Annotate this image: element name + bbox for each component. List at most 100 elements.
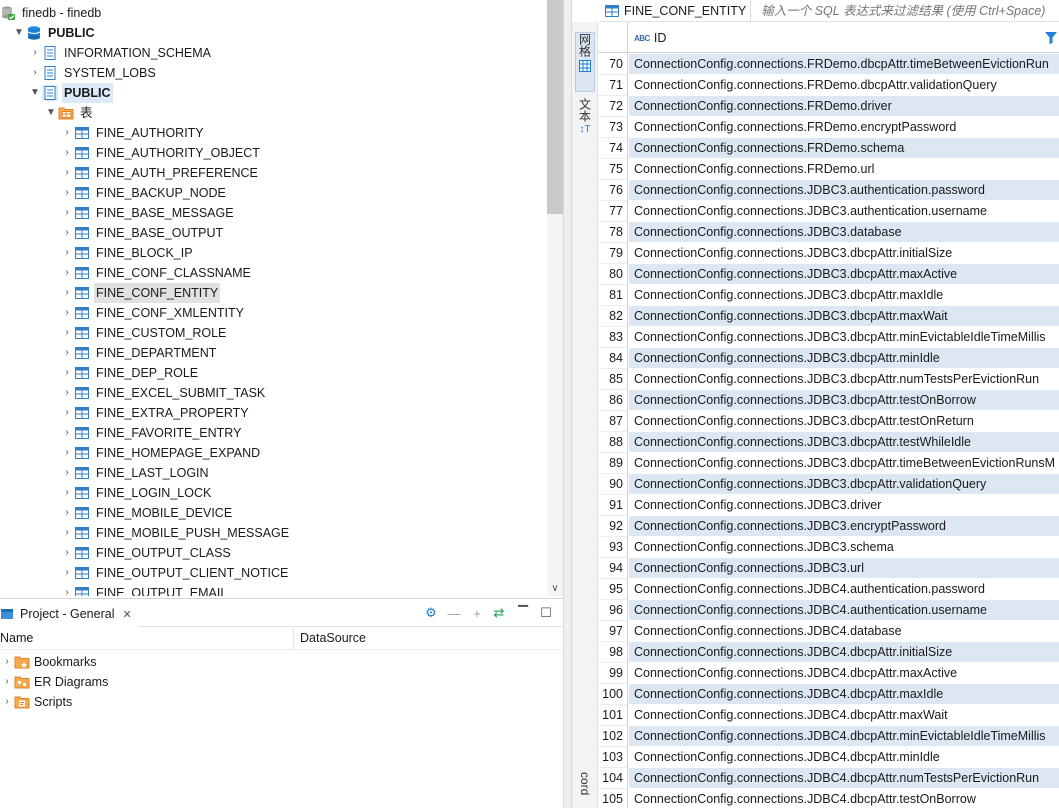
table-row[interactable]: 83 ConnectionConfig.connections.JDBC3.dbc…: [598, 327, 1059, 348]
row-number[interactable]: 103: [598, 747, 628, 768]
row-number[interactable]: 104: [598, 768, 628, 789]
tree-node-table[interactable]: › FINE_FAVORITE_ENTRY: [60, 423, 243, 443]
table-row[interactable]: 92 ConnectionConfig.connections.JDBC3.enc…: [598, 516, 1059, 537]
row-number[interactable]: 100: [598, 684, 628, 705]
cell-id[interactable]: ConnectionConfig.connections.JDBC4.dbcpA…: [629, 705, 1059, 726]
tree-node-tables-folder[interactable]: ▼ 表: [44, 103, 95, 123]
chevron-right-icon[interactable]: ›: [60, 503, 74, 523]
table-row[interactable]: 99 ConnectionConfig.connections.JDBC4.dbc…: [598, 663, 1059, 684]
table-row[interactable]: 84 ConnectionConfig.connections.JDBC3.dbc…: [598, 348, 1059, 369]
tree-node-table[interactable]: › FINE_DEPARTMENT: [60, 343, 218, 363]
table-row[interactable]: 80 ConnectionConfig.connections.JDBC3.dbc…: [598, 264, 1059, 285]
table-row[interactable]: 76 ConnectionConfig.connections.JDBC3.aut…: [598, 180, 1059, 201]
chevron-right-icon[interactable]: ›: [28, 63, 42, 83]
tree-node-table[interactable]: › FINE_CONF_CLASSNAME: [60, 263, 253, 283]
row-number[interactable]: 90: [598, 474, 628, 495]
row-number[interactable]: 95: [598, 579, 628, 600]
cell-id[interactable]: ConnectionConfig.connections.FRDemo.encr…: [629, 117, 1059, 138]
table-row[interactable]: 96 ConnectionConfig.connections.JDBC4.aut…: [598, 600, 1059, 621]
chevron-right-icon[interactable]: ›: [28, 43, 42, 63]
chevron-right-icon[interactable]: ›: [60, 163, 74, 183]
tree-node-schema[interactable]: › INFORMATION_SCHEMA: [28, 43, 213, 63]
table-row[interactable]: 88 ConnectionConfig.connections.JDBC3.dbc…: [598, 432, 1059, 453]
column-filter-icon[interactable]: [1044, 31, 1058, 48]
cell-id[interactable]: ConnectionConfig.connections.JDBC3.dbcpA…: [629, 474, 1059, 495]
chevron-right-icon[interactable]: ›: [0, 672, 14, 692]
cell-id[interactable]: ConnectionConfig.connections.JDBC3.dbcpA…: [629, 306, 1059, 327]
column-header-datasource[interactable]: DataSource: [300, 631, 366, 645]
tree-node-table[interactable]: › FINE_MOBILE_PUSH_MESSAGE: [60, 523, 291, 543]
cell-id[interactable]: ConnectionConfig.connections.JDBC3.dbcpA…: [629, 369, 1059, 390]
tree-node-table[interactable]: › FINE_EXCEL_SUBMIT_TASK: [60, 383, 267, 403]
table-row[interactable]: 71 ConnectionConfig.connections.FRDemo.db…: [598, 75, 1059, 96]
close-icon[interactable]: ✕: [122, 608, 131, 621]
table-row[interactable]: 105 ConnectionConfig.connections.JDBC4.db…: [598, 789, 1059, 808]
tree-node-table[interactable]: › FINE_AUTH_PREFERENCE: [60, 163, 260, 183]
tree-node-table[interactable]: › FINE_CONF_ENTITY: [60, 283, 221, 303]
chevron-right-icon[interactable]: ›: [60, 323, 74, 343]
navigator-scrollbar[interactable]: ∨: [547, 0, 563, 596]
table-row[interactable]: 100 ConnectionConfig.connections.JDBC4.db…: [598, 684, 1059, 705]
chevron-right-icon[interactable]: ›: [0, 692, 14, 712]
project-item[interactable]: › ER Diagrams: [0, 672, 108, 692]
table-row[interactable]: 97 ConnectionConfig.connections.JDBC4.dat…: [598, 621, 1059, 642]
cell-id[interactable]: ConnectionConfig.connections.JDBC3.dbcpA…: [629, 243, 1059, 264]
row-number[interactable]: 70: [598, 54, 628, 75]
chevron-down-icon[interactable]: ▼: [12, 23, 26, 43]
row-number[interactable]: 93: [598, 537, 628, 558]
cell-id[interactable]: ConnectionConfig.connections.JDBC4.authe…: [629, 579, 1059, 600]
tree-node-table[interactable]: › FINE_CUSTOM_ROLE: [60, 323, 228, 343]
cell-id[interactable]: ConnectionConfig.connections.JDBC4.authe…: [629, 600, 1059, 621]
project-tab[interactable]: Project - General ✕: [0, 601, 138, 627]
row-number[interactable]: 72: [598, 96, 628, 117]
table-row[interactable]: 82 ConnectionConfig.connections.JDBC3.dbc…: [598, 306, 1059, 327]
row-number[interactable]: 85: [598, 369, 628, 390]
row-number[interactable]: 92: [598, 516, 628, 537]
project-item[interactable]: › Scripts: [0, 692, 72, 712]
chevron-right-icon[interactable]: ›: [60, 183, 74, 203]
row-number[interactable]: 101: [598, 705, 628, 726]
sql-filter-input[interactable]: [751, 0, 1059, 21]
cell-id[interactable]: ConnectionConfig.connections.FRDemo.url: [629, 159, 1059, 180]
project-item[interactable]: › Bookmarks: [0, 652, 96, 672]
table-row[interactable]: 79 ConnectionConfig.connections.JDBC3.dbc…: [598, 243, 1059, 264]
table-row[interactable]: 77 ConnectionConfig.connections.JDBC3.aut…: [598, 201, 1059, 222]
row-number[interactable]: 102: [598, 726, 628, 747]
row-number[interactable]: 88: [598, 432, 628, 453]
cell-id[interactable]: ConnectionConfig.connections.JDBC3.drive…: [629, 495, 1059, 516]
cell-id[interactable]: ConnectionConfig.connections.JDBC3.dbcpA…: [629, 264, 1059, 285]
cell-id[interactable]: ConnectionConfig.connections.JDBC3.dbcpA…: [629, 411, 1059, 432]
cell-id[interactable]: ConnectionConfig.connections.JDBC3.schem…: [629, 537, 1059, 558]
column-header-id[interactable]: ABC ID: [634, 31, 666, 45]
chevron-right-icon[interactable]: ›: [60, 303, 74, 323]
tree-node-table[interactable]: › FINE_DEP_ROLE: [60, 363, 200, 383]
cell-id[interactable]: ConnectionConfig.connections.FRDemo.driv…: [629, 96, 1059, 117]
cell-id[interactable]: ConnectionConfig.connections.FRDemo.sche…: [629, 138, 1059, 159]
row-number[interactable]: 89: [598, 453, 628, 474]
chevron-right-icon[interactable]: ›: [60, 203, 74, 223]
table-row[interactable]: 98 ConnectionConfig.connections.JDBC4.dbc…: [598, 642, 1059, 663]
cell-id[interactable]: ConnectionConfig.connections.JDBC3.authe…: [629, 180, 1059, 201]
chevron-right-icon[interactable]: ›: [60, 143, 74, 163]
grid-corner[interactable]: [598, 22, 628, 53]
cell-id[interactable]: ConnectionConfig.connections.JDBC4.dbcpA…: [629, 642, 1059, 663]
table-row[interactable]: 94 ConnectionConfig.connections.JDBC3.url: [598, 558, 1059, 579]
table-row[interactable]: 74 ConnectionConfig.connections.FRDemo.sc…: [598, 138, 1059, 159]
tree-node-table[interactable]: › FINE_HOMEPAGE_EXPAND: [60, 443, 262, 463]
tree-node-table[interactable]: › FINE_BLOCK_IP: [60, 243, 195, 263]
chevron-right-icon[interactable]: ›: [0, 652, 14, 672]
chevron-right-icon[interactable]: ›: [60, 463, 74, 483]
tree-node-table[interactable]: › FINE_AUTHORITY_OBJECT: [60, 143, 262, 163]
chevron-right-icon[interactable]: ›: [60, 443, 74, 463]
table-row[interactable]: 72 ConnectionConfig.connections.FRDemo.dr…: [598, 96, 1059, 117]
cell-id[interactable]: ConnectionConfig.connections.FRDemo.dbcp…: [629, 75, 1059, 96]
cell-id[interactable]: ConnectionConfig.connections.JDBC3.dbcpA…: [629, 453, 1059, 474]
tree-node-table[interactable]: › FINE_BACKUP_NODE: [60, 183, 228, 203]
row-number[interactable]: 75: [598, 159, 628, 180]
row-number[interactable]: 96: [598, 600, 628, 621]
tree-node-table[interactable]: › FINE_OUTPUT_EMAIL: [60, 583, 229, 596]
table-row[interactable]: 104 ConnectionConfig.connections.JDBC4.db…: [598, 768, 1059, 789]
chevron-right-icon[interactable]: ›: [60, 583, 74, 596]
cell-id[interactable]: ConnectionConfig.connections.JDBC4.dbcpA…: [629, 768, 1059, 789]
column-divider[interactable]: [293, 628, 294, 650]
